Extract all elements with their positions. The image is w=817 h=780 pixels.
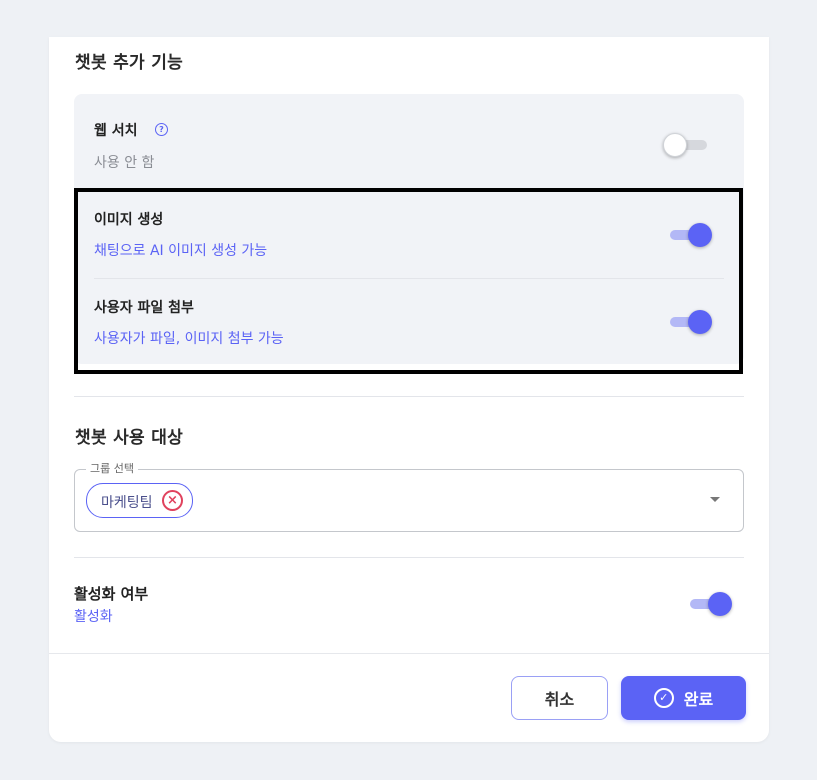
activation-value: 활성화 [74, 609, 113, 625]
remove-circle-icon[interactable]: × [162, 490, 183, 511]
cancel-button-label: 취소 [544, 690, 575, 709]
features-section-title: 챗봇 추가 기능 [75, 53, 184, 73]
dropdown-arrow-icon[interactable] [710, 497, 720, 502]
footer-divider [49, 653, 769, 654]
toggle-thumb [663, 133, 687, 157]
highlight-box [74, 188, 743, 374]
check-circle-icon: ✓ [653, 688, 674, 708]
section-divider [74, 396, 744, 397]
toggle-thumb [708, 592, 732, 616]
section-divider [74, 557, 744, 558]
done-button[interactable]: ✓ 완료 [621, 676, 746, 720]
web-search-title: 웹 서치 [94, 123, 138, 139]
done-button-label: 완료 [683, 690, 714, 709]
group-select-legend: 그룹 선택 [86, 460, 138, 476]
question-circle-icon[interactable]: ? [155, 123, 168, 136]
activation-toggle[interactable] [684, 592, 732, 616]
group-chip-label: 마케팅팀 [101, 495, 153, 511]
web-search-desc: 사용 안 함 [94, 155, 155, 171]
web-search-toggle[interactable] [663, 133, 711, 157]
group-chip[interactable]: 마케팅팀 × [86, 483, 193, 518]
target-section-title: 챗봇 사용 대상 [75, 428, 184, 448]
activation-title: 활성화 여부 [74, 585, 149, 603]
cancel-button[interactable]: 취소 [511, 676, 608, 720]
